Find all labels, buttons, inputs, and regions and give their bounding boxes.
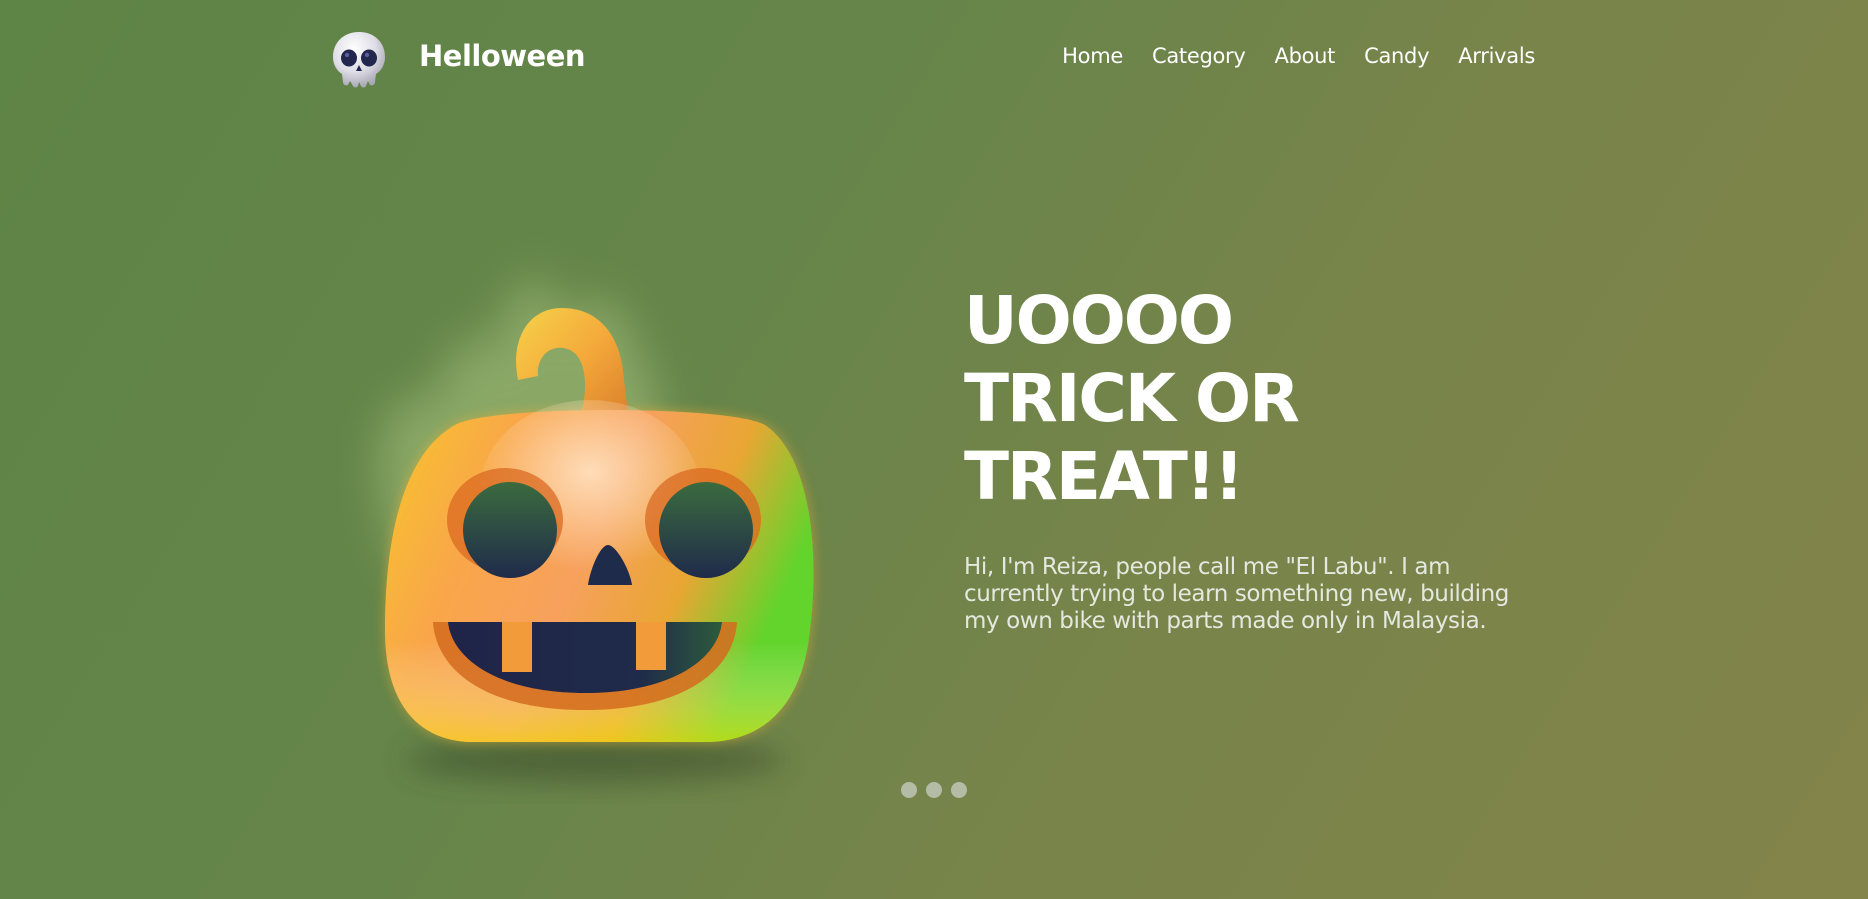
- pagination-dot-1[interactable]: [901, 782, 917, 798]
- nav-item-candy: Candy: [1364, 44, 1429, 69]
- skull-icon[interactable]: [328, 28, 390, 90]
- nav-item-about: About: [1275, 44, 1336, 69]
- pagination-dot-3[interactable]: [951, 782, 967, 798]
- nav-item-arrivals: Arrivals: [1458, 44, 1535, 69]
- nav-item-home: Home: [1062, 44, 1123, 69]
- hero-headline-line-3: TREAT!!: [964, 438, 1244, 515]
- hero-headline-line-1: UOOOO: [964, 282, 1234, 359]
- hero-headline-line-2: TRICK OR: [964, 360, 1300, 437]
- jack-o-lantern-illustration: [378, 276, 814, 782]
- nav-link-arrivals[interactable]: Arrivals: [1458, 44, 1535, 68]
- nav-item-category: Category: [1152, 44, 1246, 69]
- slider-pagination: [901, 782, 967, 798]
- nav-link-category[interactable]: Category: [1152, 44, 1246, 68]
- hero-headline: UOOOO TRICK OR TREAT!!: [964, 282, 1524, 516]
- landing-page: Helloween Home Category About Candy Arri…: [0, 0, 1868, 899]
- hero-description: Hi, I'm Reiza, people call me "El Labu".…: [964, 554, 1509, 634]
- nav-link-about[interactable]: About: [1275, 44, 1336, 68]
- brand-name[interactable]: Helloween: [419, 38, 586, 76]
- pagination-dot-2[interactable]: [926, 782, 942, 798]
- nav-link-candy[interactable]: Candy: [1364, 44, 1429, 68]
- nav-link-home[interactable]: Home: [1062, 44, 1123, 68]
- main-nav: Home Category About Candy Arrivals: [1062, 44, 1535, 69]
